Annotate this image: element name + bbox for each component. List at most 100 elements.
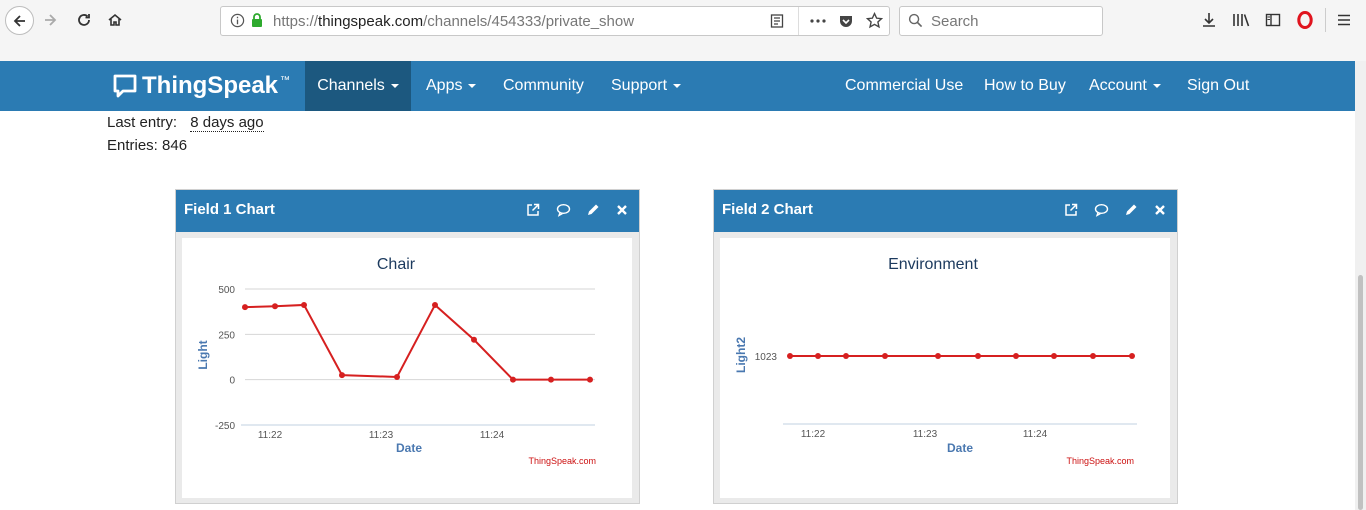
panel-title: Field 2 Chart xyxy=(722,201,813,218)
back-button[interactable] xyxy=(5,6,34,35)
nav-sign-out[interactable]: Sign Out xyxy=(1187,61,1249,111)
environment-chart: Environment 1023 11:22 11:23 11:24 Date Li… xyxy=(734,256,1137,466)
nav-account[interactable]: Account xyxy=(1089,61,1161,111)
search-bar[interactable]: Search xyxy=(899,6,1103,36)
bookmark-star-icon[interactable] xyxy=(865,11,884,34)
data-point xyxy=(587,376,593,383)
data-point xyxy=(1090,353,1096,359)
toolbar-divider xyxy=(1325,8,1326,32)
url-text[interactable]: https://thingspeak.com/channels/454333/p… xyxy=(273,13,634,30)
caret-down-icon xyxy=(1152,84,1161,88)
data-point xyxy=(975,353,981,359)
last-entry-row: Last entry: 8 days ago xyxy=(107,114,264,132)
external-link-icon[interactable] xyxy=(1063,202,1079,218)
nav-support[interactable]: Support xyxy=(611,61,682,111)
caret-down-icon xyxy=(390,84,399,88)
y-tick-label: 1023 xyxy=(755,352,778,363)
nav-apps[interactable]: Apps xyxy=(426,61,477,111)
reload-button[interactable] xyxy=(72,8,96,32)
chart-title: Environment xyxy=(888,256,978,273)
data-point xyxy=(1129,353,1135,359)
data-point xyxy=(1013,353,1019,359)
nav-community-label: Community xyxy=(503,77,584,94)
home-button[interactable] xyxy=(103,8,127,32)
site-navbar: ThingSpeak ™ Channels Apps Community Supp… xyxy=(0,61,1355,111)
url-domain: thingspeak.com xyxy=(318,13,424,30)
sidebar-icon[interactable] xyxy=(1263,10,1283,30)
menu-icon[interactable] xyxy=(1334,10,1354,30)
downloads-icon[interactable] xyxy=(1199,10,1219,30)
brand-trademark: ™ xyxy=(280,74,291,86)
y-axis-label: Light xyxy=(196,340,210,369)
pencil-icon[interactable] xyxy=(585,202,601,218)
data-point xyxy=(394,373,400,380)
urlbar-divider xyxy=(798,7,799,35)
url-path: /channels/454333/private_show xyxy=(423,13,635,30)
info-icon[interactable] xyxy=(230,13,245,33)
data-point xyxy=(272,303,278,310)
secure-lock-icon xyxy=(250,12,264,33)
nav-commercial-use-label: Commercial Use xyxy=(845,77,964,94)
y-tick-label: 250 xyxy=(218,330,235,341)
url-scheme: https:// xyxy=(273,13,319,30)
chart-plot-area: Environment 1023 11:22 11:23 11:24 Date Li… xyxy=(720,238,1170,498)
nav-channels-label: Channels xyxy=(317,77,385,94)
x-tick-label: 11:24 xyxy=(1023,429,1048,440)
series-line xyxy=(244,303,590,381)
back-arrow-icon xyxy=(13,14,25,27)
speech-bubble-logo-icon xyxy=(113,74,137,98)
x-tick-label: 11:22 xyxy=(801,429,826,440)
close-icon[interactable] xyxy=(614,202,630,218)
comment-icon[interactable] xyxy=(555,202,571,218)
browser-toolbar: https://thingspeak.com/channels/454333/p… xyxy=(0,0,1366,62)
nav-apps-label: Apps xyxy=(426,77,463,94)
comment-icon[interactable] xyxy=(1093,202,1109,218)
external-link-icon[interactable] xyxy=(525,202,541,218)
pocket-icon[interactable] xyxy=(838,13,854,34)
last-entry-value: 8 days ago xyxy=(190,114,264,132)
x-tick-label: 11:22 xyxy=(258,430,283,441)
data-point xyxy=(1051,353,1057,359)
caret-down-icon xyxy=(468,84,477,88)
y-tick-label: 0 xyxy=(229,376,235,387)
nav-sign-out-label: Sign Out xyxy=(1187,77,1250,94)
panel-title: Field 1 Chart xyxy=(184,201,275,218)
last-entry-label: Last entry: xyxy=(107,114,178,131)
nav-commercial-use[interactable]: Commercial Use xyxy=(845,61,963,111)
url-bar[interactable]: https://thingspeak.com/channels/454333/p… xyxy=(220,6,890,36)
caret-down-icon xyxy=(673,84,682,88)
close-icon[interactable] xyxy=(1152,202,1168,218)
reader-view-icon[interactable] xyxy=(769,13,785,34)
search-input[interactable]: Search xyxy=(931,13,979,30)
y-axis-label: Light2 xyxy=(734,337,748,373)
page-scrollbar-thumb[interactable] xyxy=(1358,275,1363,510)
page-actions-icon[interactable] xyxy=(809,13,827,34)
opera-icon[interactable] xyxy=(1295,10,1315,30)
x-axis-label: Date xyxy=(396,441,422,455)
data-point xyxy=(935,353,941,359)
nav-community[interactable]: Community xyxy=(503,61,584,111)
pencil-icon[interactable] xyxy=(1123,202,1139,218)
thingspeak-logo[interactable]: ThingSpeak ™ xyxy=(112,71,290,101)
forward-arrow-icon xyxy=(45,14,57,26)
data-point xyxy=(510,376,516,383)
data-point xyxy=(882,353,888,359)
nav-channels[interactable]: Channels xyxy=(305,61,411,111)
library-icon[interactable] xyxy=(1231,10,1251,30)
nav-how-to-buy[interactable]: How to Buy xyxy=(984,61,1066,111)
field-1-chart-panel: Field 1 Chart Chair 500 250 0 -250 11:22 11:… xyxy=(175,189,640,504)
nav-how-to-buy-label: How to Buy xyxy=(984,77,1066,94)
data-point xyxy=(432,301,438,308)
chart-credit[interactable]: ThingSpeak.com xyxy=(1066,456,1134,466)
x-axis-label: Date xyxy=(947,441,973,455)
nav-account-label: Account xyxy=(1089,77,1147,94)
data-point xyxy=(339,372,345,379)
x-tick-label: 11:24 xyxy=(480,430,505,441)
data-point xyxy=(242,304,248,311)
chart-credit[interactable]: ThingSpeak.com xyxy=(528,456,596,466)
forward-button[interactable] xyxy=(38,8,62,32)
data-point xyxy=(301,301,307,308)
field-2-chart-panel: Field 2 Chart Environment 1023 11:22 11:2… xyxy=(713,189,1178,504)
data-point xyxy=(548,376,554,383)
data-point xyxy=(815,353,821,359)
